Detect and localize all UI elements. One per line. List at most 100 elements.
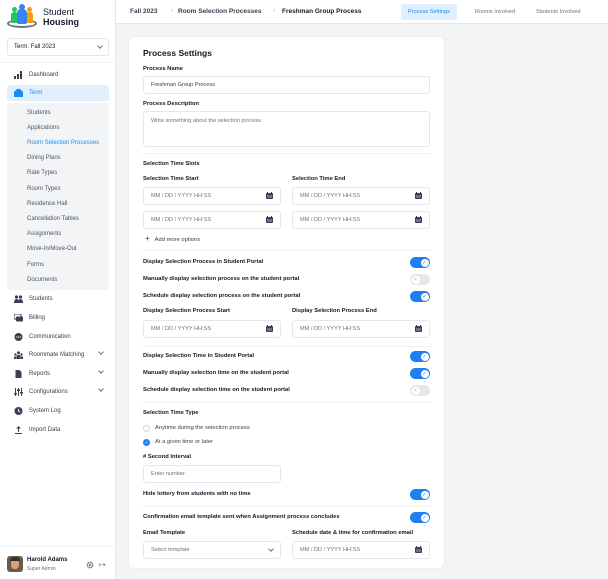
calendar-icon[interactable]	[266, 324, 273, 332]
plus-icon: +	[145, 234, 150, 243]
manual-display-process-toggle[interactable]: ×	[410, 274, 430, 285]
subnav-item-assignments[interactable]: Assignments	[27, 228, 61, 240]
subnav-item-applications[interactable]: Applications	[27, 122, 59, 134]
subnav-item-move-in-move-out[interactable]: Move-In/Move-Out	[27, 243, 77, 255]
check-icon: ✓	[420, 490, 429, 499]
display-process-end-label: Display Selection Process End	[292, 308, 377, 314]
sidebar-item-system-log[interactable]: System Log	[7, 403, 109, 419]
display-selection-time-toggle[interactable]: ✓	[410, 351, 430, 362]
subnav-item-documents[interactable]: Documents	[27, 274, 57, 286]
chat-icon	[14, 333, 23, 341]
term-subnav: Students Applications Room Selection Pro…	[7, 103, 109, 290]
display-selection-process-toggle[interactable]: ✓	[410, 257, 430, 268]
selection-time-start-input-2[interactable]: MM / DD / YYYY HH:SS	[143, 211, 281, 229]
second-interval-label: # Second Interval	[143, 454, 192, 460]
process-description-label: Process Description	[143, 101, 200, 107]
subnav-item-students[interactable]: Students	[27, 107, 51, 119]
breadcrumb-current: Freshman Group Process	[282, 8, 362, 15]
sidebar-item-label: Roommate Matching	[29, 352, 85, 358]
sidebar-item-import-data[interactable]: Import Data	[7, 422, 109, 438]
selection-time-end-input[interactable]: MM / DD / YYYY HH:SS	[292, 187, 430, 205]
calendar-icon[interactable]	[415, 545, 422, 553]
chevron-down-icon	[98, 368, 104, 374]
divider	[143, 506, 430, 507]
toggle-label: Schedule display selection process on th…	[143, 293, 301, 299]
calendar-icon[interactable]	[415, 191, 422, 199]
subnav-item-cancellation-tables[interactable]: Cancellation Tables	[27, 213, 79, 225]
sidebar-item-configurations[interactable]: Configurations	[7, 384, 109, 400]
email-template-select[interactable]: Select template	[143, 541, 281, 559]
date-placeholder: MM / DD / YYYY HH:SS	[151, 326, 212, 332]
subnav-item-rate-types[interactable]: Rate Types	[27, 167, 57, 179]
sidebar-item-roommate-matching[interactable]: Roommate Matching	[7, 347, 109, 363]
manual-display-time-toggle[interactable]: ✓	[410, 368, 430, 379]
process-name-value: Freshman Group Process	[151, 82, 216, 88]
hide-lottery-toggle[interactable]: ✓	[410, 489, 430, 500]
toggle-label: Manually display selection time on the s…	[143, 370, 289, 376]
app-logo[interactable]: Student Housing	[7, 4, 79, 30]
schedule-display-time-toggle[interactable]: ×	[410, 385, 430, 396]
radio-anytime[interactable]	[143, 425, 150, 432]
subnav-item-room-types[interactable]: Room Types	[27, 183, 61, 195]
display-process-start-label: Display Selection Process Start	[143, 308, 230, 314]
sidebar-item-reports[interactable]: Reports	[7, 366, 109, 382]
sidebar-item-dashboard[interactable]: Dashboard	[7, 67, 109, 83]
sidebar: Student Housing Term: Fall 2023 Dashboar…	[0, 0, 116, 579]
sidebar-item-label: Configurations	[29, 389, 68, 395]
clock-icon	[14, 407, 23, 415]
selection-time-end-input-2[interactable]: MM / DD / YYYY HH:SS	[292, 211, 430, 229]
divider	[143, 402, 430, 403]
process-name-input[interactable]: Freshman Group Process	[143, 76, 430, 94]
subnav-item-residence-hall[interactable]: Residence Hall	[27, 198, 67, 210]
check-icon: ✓	[144, 440, 149, 445]
subnav-item-dining-plans[interactable]: Dining Plans	[27, 152, 61, 164]
subnav-item-forms[interactable]: Forms	[27, 259, 44, 271]
tab-students-involved[interactable]: Students Involved	[529, 4, 587, 20]
process-description-textarea[interactable]: Write something about the selection proc…	[143, 111, 430, 147]
logout-icon[interactable]: ↦	[99, 560, 106, 569]
second-interval-input[interactable]: Enter number	[143, 465, 281, 483]
process-description-placeholder: Write something about the selection proc…	[151, 118, 261, 124]
calendar-icon[interactable]	[266, 191, 273, 199]
radio-label: Anytime during the selection process	[155, 425, 250, 431]
breadcrumb-term[interactable]: Fall 2023	[130, 8, 157, 15]
add-more-options-button[interactable]: + Add more options	[145, 234, 200, 243]
process-settings-card: Process Settings Process Name Freshman G…	[129, 37, 444, 568]
sidebar-item-billing[interactable]: Billing	[7, 310, 109, 326]
date-placeholder: MM / DD / YYYY HH:SS	[300, 217, 361, 223]
display-process-end-input[interactable]: MM / DD / YYYY HH:SS	[292, 320, 430, 338]
sidebar-item-students[interactable]: Students	[7, 291, 109, 307]
calendar-icon[interactable]	[266, 215, 273, 223]
display-process-start-input[interactable]: MM / DD / YYYY HH:SS	[143, 320, 281, 338]
sidebar-item-label: Dashboard	[29, 72, 59, 78]
radio-label: At a given time or later	[155, 439, 213, 445]
selection-time-slots-heading: Selection Time Slots	[143, 161, 200, 167]
toggle-label: Display Selection Time in Student Portal	[143, 353, 255, 359]
calendar-icon[interactable]	[415, 215, 422, 223]
tab-rooms-involved[interactable]: Rooms Involved	[468, 4, 522, 20]
schedule-display-process-toggle[interactable]: ✓	[410, 291, 430, 302]
radio-given-time[interactable]: ✓	[143, 439, 150, 446]
sliders-icon	[14, 388, 23, 396]
check-icon: ✓	[420, 292, 429, 301]
breadcrumb-room-selection-processes[interactable]: Room Selection Processes	[178, 8, 261, 15]
email-template-label: Email Template	[143, 530, 186, 536]
subnav-item-room-selection-processes[interactable]: Room Selection Processes	[27, 137, 99, 149]
breadcrumb-separator-icon: ›	[273, 8, 275, 14]
selection-time-start-input[interactable]: MM / DD / YYYY HH:SS	[143, 187, 281, 205]
confirmation-email-toggle[interactable]: ✓	[410, 512, 430, 523]
avatar[interactable]	[7, 556, 23, 572]
date-placeholder: MM / DD / YYYY HH:SS	[300, 193, 361, 199]
term-select[interactable]: Term: Fall 2023	[7, 38, 109, 56]
sidebar-item-label: Term	[29, 90, 43, 96]
sidebar-item-term[interactable]: Term	[7, 85, 109, 101]
selection-time-start-label: Selection Time Start	[143, 176, 199, 182]
sidebar-item-communication[interactable]: Communication	[7, 329, 109, 345]
tab-process-settings[interactable]: Process Settings	[401, 4, 457, 20]
check-icon: ✓	[420, 352, 429, 361]
confirmation-schedule-input[interactable]: MM / DD / YYYY HH:SS	[292, 541, 430, 559]
selection-time-end-label: Selection Time End	[292, 176, 346, 182]
divider	[143, 250, 430, 251]
gear-icon[interactable]	[86, 561, 94, 569]
calendar-icon[interactable]	[415, 324, 422, 332]
